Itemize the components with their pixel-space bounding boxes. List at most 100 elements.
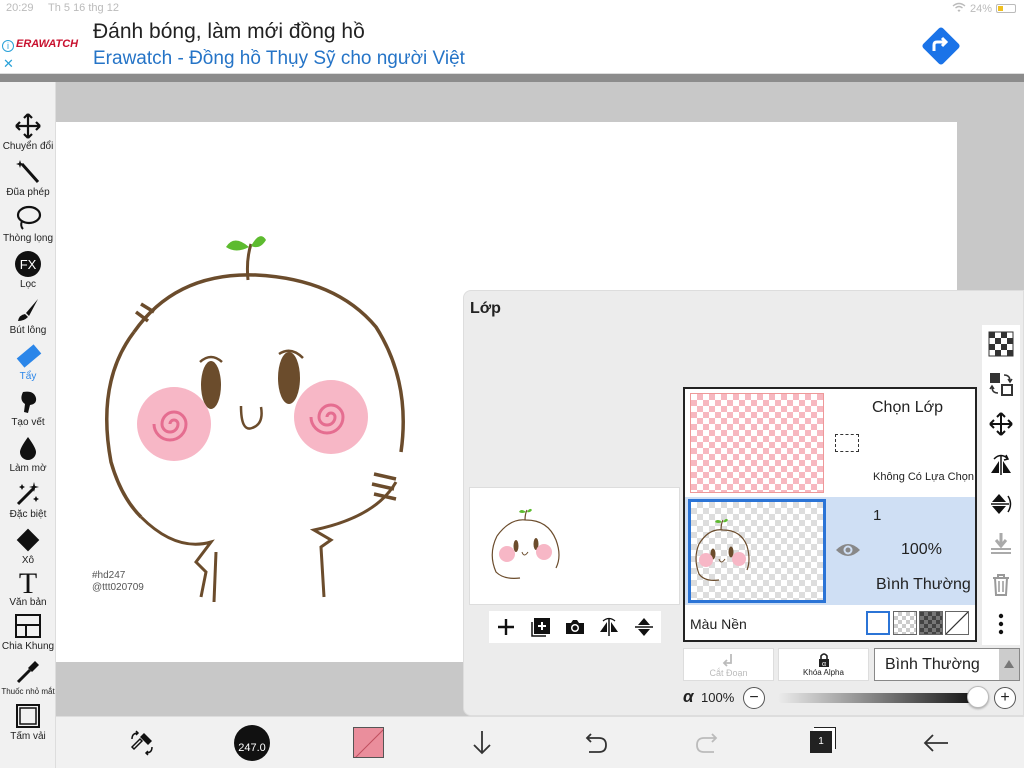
tool-label: Lọc bbox=[19, 279, 37, 290]
left-toolbar: Chuyển đổi Đũa phép Thòng lọng FX Lọc Bú… bbox=[0, 82, 56, 768]
ad-directions-icon[interactable] bbox=[919, 24, 963, 68]
status-bar: 20:29 Th 5 16 thg 12 24% bbox=[0, 0, 1024, 18]
tool-text[interactable]: T Văn bản bbox=[0, 566, 56, 612]
move-arrows-icon bbox=[15, 113, 41, 139]
flip-horizontal-icon[interactable] bbox=[598, 616, 620, 638]
undo-icon[interactable] bbox=[579, 727, 611, 759]
canvas-preview[interactable] bbox=[469, 487, 680, 605]
current-color-swatch[interactable] bbox=[353, 727, 384, 758]
clipping-label: Cắt Đoạn bbox=[709, 668, 748, 678]
wifi-icon bbox=[952, 2, 966, 15]
selection-marquee-icon bbox=[835, 434, 859, 452]
selection-layer-status: Không Có Lựa Chọn bbox=[873, 471, 974, 483]
canvas-frame-icon bbox=[16, 704, 40, 728]
tool-transform[interactable]: Chuyển đổi bbox=[0, 110, 56, 156]
bottom-toolbar: 247.0 1 bbox=[56, 716, 1024, 768]
ad-banner[interactable]: i ✕ ERAWATCH Đánh bóng, làm mới đồng hồ … bbox=[0, 18, 1024, 74]
tool-label: Xô bbox=[21, 555, 35, 566]
ad-info-icon[interactable]: i bbox=[2, 40, 14, 52]
add-layer-box-icon[interactable] bbox=[530, 616, 552, 638]
tool-blur[interactable]: Làm mờ bbox=[0, 432, 56, 478]
add-layer-icon[interactable] bbox=[495, 616, 517, 638]
opacity-row: α 100% − + bbox=[683, 685, 1021, 711]
lasso-icon bbox=[16, 205, 42, 230]
fx-filter-icon: FX bbox=[15, 251, 41, 277]
swap-layer-icon[interactable] bbox=[988, 371, 1014, 397]
tool-label: Thuốc nhỏ mắt bbox=[1, 687, 55, 696]
layer-thumbnail-drawing bbox=[695, 518, 750, 581]
ad-headline[interactable]: Đánh bóng, làm mới đồng hồ bbox=[93, 20, 365, 44]
layers-button[interactable]: 1 bbox=[810, 731, 832, 753]
layers-panel: Lớp Chọn Lớp Không Có Lựa Chọn 1 100% Bì… bbox=[463, 290, 1024, 716]
layer-side-toolbar bbox=[982, 325, 1020, 645]
layer-row-1[interactable]: 1 100% Bình Thường bbox=[685, 497, 975, 605]
ad-subline[interactable]: Erawatch - Đồng hồ Thụy Sỹ cho người Việ… bbox=[93, 48, 465, 70]
blend-mode-select[interactable]: Bình Thường bbox=[874, 648, 1020, 681]
background-swatch-dark[interactable] bbox=[919, 611, 943, 635]
more-options-icon[interactable] bbox=[988, 611, 1014, 637]
frame-divider-icon bbox=[15, 614, 41, 638]
tool-smudge[interactable]: Tạo vết bbox=[0, 386, 56, 432]
brush-icon bbox=[18, 299, 38, 321]
ad-close-icon[interactable]: ✕ bbox=[3, 56, 14, 72]
tool-label: Tẩy bbox=[19, 371, 37, 382]
tool-lasso[interactable]: Thòng lọng bbox=[0, 202, 56, 248]
move-layer-icon[interactable] bbox=[988, 411, 1014, 437]
checkerboard-icon[interactable] bbox=[988, 331, 1014, 357]
selection-layer-name: Chọn Lớp bbox=[872, 399, 943, 416]
tool-magic-wand[interactable]: Đũa phép bbox=[0, 156, 56, 202]
opacity-decrease-button[interactable]: − bbox=[743, 687, 765, 709]
clipping-arrow-icon bbox=[722, 654, 732, 667]
tool-eraser[interactable]: Tẩy bbox=[0, 340, 56, 386]
background-row: Màu Nền bbox=[685, 607, 975, 640]
back-arrow-icon[interactable] bbox=[920, 727, 952, 759]
alpha-lock-button[interactable]: α Khóa Alpha bbox=[778, 648, 869, 681]
tool-brush[interactable]: Bút lông bbox=[0, 294, 56, 340]
preview-drawing bbox=[491, 508, 560, 579]
paint-bucket-icon bbox=[16, 528, 40, 552]
color-slash-icon bbox=[355, 729, 383, 757]
preview-controls bbox=[489, 611, 661, 643]
flip-layer-horizontal-icon[interactable] bbox=[988, 451, 1014, 477]
tool-label: Chia Khung bbox=[1, 641, 55, 652]
tool-special[interactable]: Đặc biệt bbox=[0, 478, 56, 524]
eye-icon[interactable] bbox=[835, 541, 861, 559]
status-right: 24% bbox=[952, 2, 1016, 15]
app-root: 20:29 Th 5 16 thg 12 24% i ✕ ERAWATCH Đá… bbox=[0, 0, 1024, 768]
eyedropper-icon bbox=[16, 661, 39, 684]
tool-filter[interactable]: FX Lọc bbox=[0, 248, 56, 294]
magic-wand-icon bbox=[16, 160, 40, 183]
arrow-down-icon[interactable] bbox=[466, 727, 498, 759]
trash-icon[interactable] bbox=[988, 571, 1014, 597]
separator-strip bbox=[0, 74, 1024, 82]
background-swatch-white[interactable] bbox=[866, 611, 890, 635]
layer-number: 1 bbox=[873, 507, 882, 524]
flip-vertical-icon[interactable] bbox=[633, 616, 655, 638]
tool-eyedropper[interactable]: Thuốc nhỏ mắt bbox=[0, 656, 56, 702]
tool-label: Thòng lọng bbox=[2, 233, 54, 244]
opacity-increase-button[interactable]: + bbox=[994, 687, 1016, 709]
canvas-signature-1: #hd247 bbox=[92, 570, 126, 581]
swap-tool-icon[interactable] bbox=[126, 727, 158, 759]
opacity-slider-knob[interactable] bbox=[967, 686, 989, 708]
blend-mode-value: Bình Thường bbox=[885, 656, 980, 673]
alpha-lock-label: Khóa Alpha bbox=[803, 668, 844, 677]
background-swatch-none[interactable] bbox=[945, 611, 969, 635]
battery-icon bbox=[996, 4, 1016, 13]
merge-down-icon[interactable] bbox=[988, 531, 1014, 557]
tool-frame-divider[interactable]: Chia Khung bbox=[0, 610, 56, 656]
flip-layer-vertical-icon[interactable] bbox=[988, 491, 1014, 517]
camera-icon[interactable] bbox=[564, 616, 586, 638]
tool-bucket[interactable]: Xô bbox=[0, 524, 56, 570]
layer-options-row: Cắt Đoạn α Khóa Alpha Bình Thường bbox=[683, 648, 1021, 682]
opacity-slider[interactable] bbox=[778, 686, 989, 708]
redo-icon[interactable] bbox=[692, 727, 724, 759]
selection-layer-row[interactable]: Chọn Lớp Không Có Lựa Chọn bbox=[685, 389, 975, 497]
tool-canvas[interactable]: Tấm vải bbox=[0, 700, 56, 746]
lock-alpha-glyph: α bbox=[821, 661, 825, 668]
fx-text: FX bbox=[20, 257, 37, 272]
brush-size-indicator[interactable]: 247.0 bbox=[234, 725, 270, 761]
background-swatch-transparent[interactable] bbox=[893, 611, 917, 635]
clipping-button[interactable]: Cắt Đoạn bbox=[683, 648, 774, 681]
sparkle-wand-icon bbox=[16, 482, 39, 506]
